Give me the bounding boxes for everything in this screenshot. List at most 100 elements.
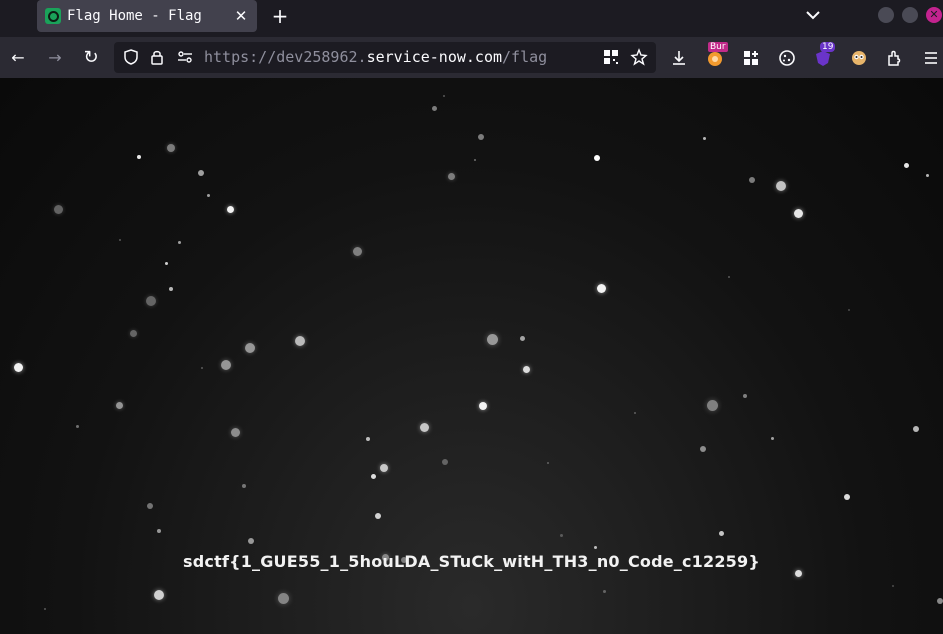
star-particle bbox=[129, 329, 137, 337]
servicenow-favicon-icon bbox=[45, 8, 61, 24]
star-particle bbox=[743, 394, 747, 398]
forward-button[interactable]: → bbox=[45, 48, 65, 68]
star-particle bbox=[937, 598, 943, 604]
star-particle bbox=[146, 296, 156, 306]
star-particle bbox=[718, 530, 724, 536]
close-window-button[interactable]: ✕ bbox=[926, 7, 942, 23]
star-particle bbox=[169, 287, 173, 291]
star-particle bbox=[443, 95, 445, 97]
star-particle bbox=[154, 590, 164, 600]
star-particle bbox=[478, 134, 484, 140]
star-particle bbox=[479, 402, 487, 410]
star-particle bbox=[793, 208, 803, 218]
ublock-count-badge: 19 bbox=[820, 42, 836, 52]
star-particle bbox=[486, 333, 498, 345]
download-icon[interactable] bbox=[669, 48, 689, 68]
star-particle bbox=[366, 437, 370, 441]
star-particle bbox=[913, 426, 919, 432]
permissions-icon[interactable] bbox=[176, 48, 194, 66]
star-particle bbox=[770, 436, 774, 440]
star-particle bbox=[115, 401, 123, 409]
star-particle bbox=[903, 162, 909, 168]
star-particle bbox=[147, 503, 153, 509]
star-particle bbox=[119, 239, 121, 241]
add-grid-icon[interactable] bbox=[741, 48, 761, 68]
shield-icon[interactable] bbox=[122, 48, 140, 66]
star-particle bbox=[370, 473, 376, 479]
minimize-button[interactable] bbox=[878, 7, 894, 23]
url-path: /flag bbox=[502, 48, 548, 66]
tab-close-icon[interactable]: ✕ bbox=[233, 7, 249, 25]
nav-toolbar: ← → ↻ https://dev258962.service-now.com/… bbox=[0, 37, 943, 78]
owl-extension-icon[interactable] bbox=[849, 48, 869, 68]
star-particle bbox=[602, 589, 606, 593]
star-particle bbox=[559, 533, 563, 537]
star-particle bbox=[706, 399, 718, 411]
burp-badge: Bur bbox=[708, 42, 728, 52]
star-particle bbox=[844, 494, 850, 500]
star-particle bbox=[221, 360, 231, 370]
star-particle bbox=[164, 261, 168, 265]
star-particle bbox=[519, 335, 525, 341]
new-tab-button[interactable]: + bbox=[270, 4, 290, 28]
maximize-button[interactable] bbox=[902, 7, 918, 23]
star-particle bbox=[447, 172, 455, 180]
star-particle bbox=[848, 309, 850, 311]
star-particle bbox=[157, 529, 161, 533]
extensions-icon[interactable] bbox=[885, 48, 905, 68]
menu-icon[interactable] bbox=[921, 48, 941, 68]
star-particle bbox=[634, 412, 636, 414]
star-particle bbox=[728, 276, 730, 278]
star-particle bbox=[892, 585, 894, 587]
star-particle bbox=[277, 592, 289, 604]
star-particle bbox=[375, 513, 381, 519]
star-particle bbox=[137, 155, 141, 159]
star-particle bbox=[230, 427, 240, 437]
star-particle bbox=[242, 484, 246, 488]
url-domain: service-now.com bbox=[366, 48, 503, 66]
star-particle bbox=[547, 462, 549, 464]
star-icon[interactable] bbox=[630, 48, 648, 66]
star-particle bbox=[594, 155, 600, 161]
star-particle bbox=[53, 204, 63, 214]
star-particle bbox=[177, 240, 181, 244]
star-particle bbox=[75, 424, 79, 428]
star-particle bbox=[702, 136, 706, 140]
star-particle bbox=[522, 365, 530, 373]
star-particle bbox=[380, 464, 388, 472]
star-particle bbox=[474, 159, 476, 161]
star-particle bbox=[44, 608, 46, 610]
lock-icon[interactable] bbox=[148, 48, 166, 66]
back-button[interactable]: ← bbox=[8, 48, 28, 68]
star-particle bbox=[593, 545, 597, 549]
page-content: sdctf{1_GUE55_1_5houLDA_STuCk_witH_TH3_n… bbox=[0, 78, 943, 634]
url-text[interactable]: https://dev258962.service-now.com/flag bbox=[204, 48, 547, 66]
star-particle bbox=[201, 367, 203, 369]
star-particle bbox=[700, 446, 706, 452]
star-particle bbox=[206, 193, 210, 197]
star-particle bbox=[226, 205, 234, 213]
qr-icon[interactable] bbox=[602, 48, 620, 66]
url-prefix: https://dev258962. bbox=[204, 48, 367, 66]
url-bar[interactable]: https://dev258962.service-now.com/flag bbox=[114, 42, 656, 73]
reload-button[interactable]: ↻ bbox=[81, 48, 101, 68]
tab-flag-home[interactable]: Flag Home - Flag ✕ bbox=[37, 0, 257, 32]
star-particle bbox=[198, 170, 204, 176]
star-particle bbox=[749, 177, 755, 183]
tab-bar: Flag Home - Flag ✕ + ✕ bbox=[0, 0, 943, 37]
star-particle bbox=[352, 246, 362, 256]
star-particle bbox=[13, 362, 23, 372]
star-particle bbox=[245, 343, 255, 353]
star-particle bbox=[431, 105, 437, 111]
star-particle bbox=[167, 144, 175, 152]
list-all-tabs-icon[interactable] bbox=[804, 6, 822, 24]
star-particle bbox=[419, 422, 429, 432]
tab-title: Flag Home - Flag bbox=[67, 8, 202, 24]
star-particle bbox=[776, 181, 786, 191]
star-particle bbox=[248, 538, 254, 544]
cookie-icon[interactable] bbox=[777, 48, 797, 68]
star-particle bbox=[442, 459, 448, 465]
star-particle bbox=[925, 173, 929, 177]
star-particle bbox=[596, 283, 606, 293]
flag-text: sdctf{1_GUE55_1_5houLDA_STuCk_witH_TH3_n… bbox=[183, 552, 760, 571]
